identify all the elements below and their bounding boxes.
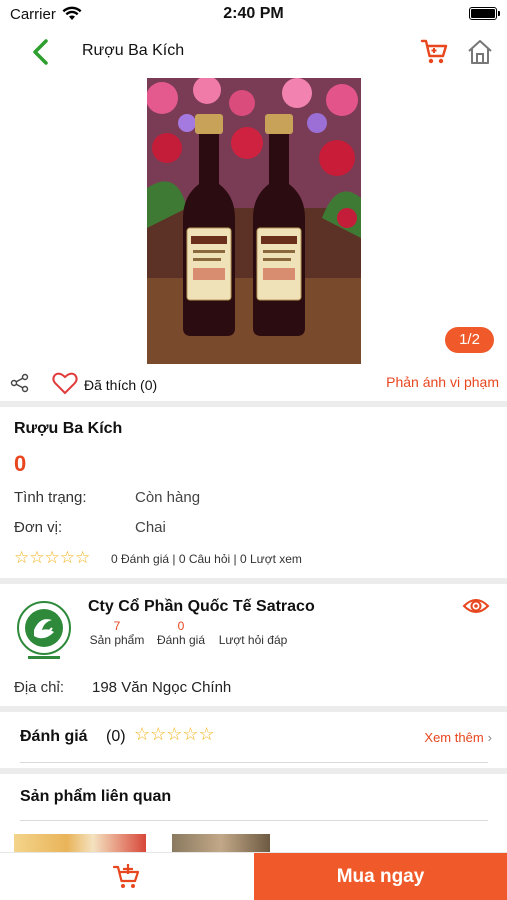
- reviews-title: Đánh giá: [20, 728, 88, 745]
- unit-value: Chai: [135, 519, 166, 536]
- shop-name[interactable]: Cty Cổ Phần Quốc Tế Satraco: [88, 598, 315, 616]
- shop-qa-stat: Lượt hỏi đáp: [215, 619, 291, 647]
- bottom-action-bar: Mua ngay: [0, 852, 507, 900]
- clock: 2:40 PM: [223, 5, 284, 22]
- battery-icon: [469, 7, 500, 20]
- add-to-cart-button[interactable]: [0, 853, 254, 900]
- page-title: Rượu Ba Kích: [82, 42, 185, 59]
- buy-now-button[interactable]: Mua ngay: [254, 853, 507, 900]
- product-actions: Đã thích (0) Phản ánh vi phạm: [0, 368, 507, 400]
- status-bar: Carrier 2:40 PM: [0, 0, 507, 28]
- shop-products-count: 7: [113, 619, 121, 633]
- cart-icon[interactable]: [420, 38, 450, 71]
- see-more-label: Xem thêm: [424, 730, 484, 745]
- product-stats-text: 0 Đánh giá | 0 Câu hỏi | 0 Lượt xem: [111, 552, 302, 566]
- product-name: Rượu Ba Kích: [14, 420, 123, 437]
- unit-row: Đơn vị: Chai: [14, 519, 166, 536]
- report-violation-link[interactable]: Phản ánh vi phạm: [386, 374, 499, 390]
- shop-address-label: Địa chỉ:: [14, 679, 65, 696]
- card-divider: [20, 820, 488, 821]
- image-pager-badge: 1/2: [445, 327, 494, 353]
- home-icon[interactable]: [466, 38, 494, 71]
- shop-reviews-count: 0: [177, 619, 185, 633]
- back-arrow-icon[interactable]: [28, 38, 54, 66]
- shop-products-label: Sản phẩm: [89, 633, 145, 647]
- section-divider: [0, 578, 507, 584]
- section-divider: [0, 401, 507, 407]
- see-more-reviews-link[interactable]: Xem thêm ›: [424, 730, 492, 745]
- stock-status-row: Tình trạng: Còn hàng: [14, 489, 200, 506]
- rating-stars-icon: ☆☆☆☆☆: [14, 548, 91, 567]
- eye-icon[interactable]: [462, 596, 490, 621]
- product-price: 0: [14, 451, 27, 476]
- reviews-stars-icon: ☆☆☆☆☆: [134, 724, 215, 744]
- related-product-thumb[interactable]: [14, 834, 146, 854]
- shop-address-row: Địa chỉ: 198 Văn Ngọc Chính: [14, 679, 231, 696]
- shop-address-value: 198 Văn Ngọc Chính: [92, 679, 232, 696]
- shop-reviews-stat: 0 Đánh giá: [154, 619, 208, 647]
- product-image[interactable]: [147, 78, 361, 364]
- reviews-section: Đánh giá (0) ☆☆☆☆☆ Xem thêm ›: [8, 712, 500, 768]
- shop-reviews-label: Đánh giá: [156, 633, 206, 647]
- stock-status-value: Còn hàng: [135, 489, 201, 506]
- unit-label: Đơn vị:: [14, 519, 63, 536]
- related-products-title: Sản phẩm liên quan: [20, 788, 172, 805]
- related-product-thumb[interactable]: [172, 834, 270, 854]
- share-icon[interactable]: [10, 373, 30, 398]
- related-products-section: Sản phẩm liên quan: [8, 774, 500, 854]
- shop-qa-label: Lượt hỏi đáp: [218, 633, 288, 647]
- shop-logo[interactable]: [16, 600, 72, 662]
- shop-products-stat: 7 Sản phẩm: [88, 619, 146, 647]
- heart-icon[interactable]: [52, 371, 78, 400]
- like-count-label[interactable]: Đã thích (0): [84, 377, 157, 393]
- add-to-cart-icon: [112, 864, 140, 888]
- chevron-right-icon: ›: [487, 730, 492, 745]
- nav-bar: Rượu Ba Kích: [0, 28, 507, 76]
- reviews-count: (0): [106, 728, 126, 745]
- stock-status-label: Tình trạng:: [14, 489, 87, 506]
- card-divider: [20, 762, 488, 763]
